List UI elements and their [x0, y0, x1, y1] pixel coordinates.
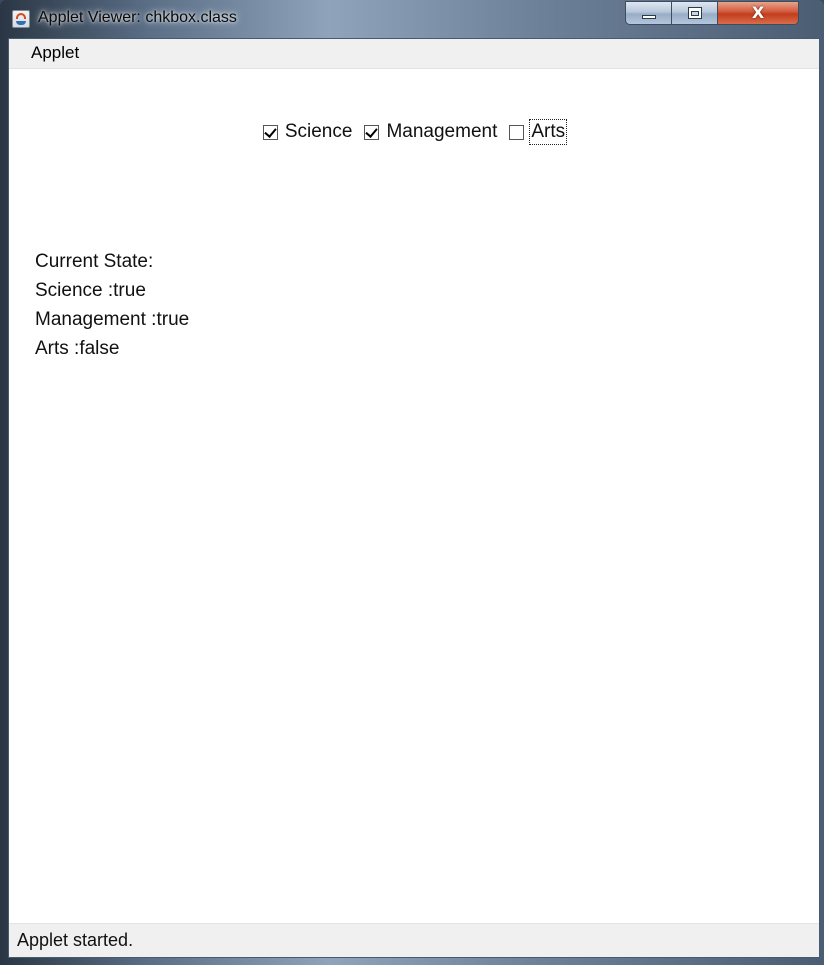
status-bar: Applet started.: [9, 923, 819, 957]
minimize-icon: [642, 15, 656, 19]
current-state-panel: Current State: Science :true Management …: [35, 247, 189, 363]
checkbox-science-label: Science: [284, 121, 353, 142]
menu-applet[interactable]: Applet: [31, 42, 79, 64]
close-icon: X: [751, 3, 765, 22]
checkmark-icon: [365, 124, 379, 138]
applet-viewer-window: Applet Viewer: chkbox.class X Applet Sci…: [0, 0, 824, 965]
title-bar[interactable]: Applet Viewer: chkbox.class X: [0, 0, 824, 38]
state-arts: Arts :false: [35, 338, 120, 359]
state-management: Management :true: [35, 309, 190, 330]
status-text: Applet started.: [17, 930, 134, 950]
checkbox-arts-label: Arts: [529, 119, 568, 145]
checkbox-row: Science Management Arts: [9, 119, 819, 145]
close-button[interactable]: X: [718, 2, 798, 24]
window-title: Applet Viewer: chkbox.class: [38, 9, 237, 26]
checkbox-arts[interactable]: Arts: [509, 119, 568, 145]
applet-client-area: Applet Science Management Arts Current S…: [8, 38, 820, 958]
checkbox-management-label: Management: [386, 121, 498, 142]
menu-bar: Applet: [9, 39, 819, 69]
checkbox-management-box[interactable]: [364, 124, 380, 140]
checkbox-management[interactable]: Management: [364, 121, 497, 143]
minimize-button[interactable]: [626, 2, 672, 24]
maximize-button[interactable]: [672, 2, 718, 24]
checkbox-arts-box[interactable]: [509, 124, 525, 140]
checkmark-icon: [264, 124, 277, 138]
state-heading: Current State:: [35, 251, 154, 272]
java-icon[interactable]: [12, 10, 30, 28]
caption-buttons: X: [625, 1, 799, 25]
checkbox-science[interactable]: Science: [262, 121, 353, 143]
maximize-icon: [688, 7, 702, 19]
state-science: Science :true: [35, 280, 146, 301]
checkbox-science-box[interactable]: [262, 124, 278, 140]
